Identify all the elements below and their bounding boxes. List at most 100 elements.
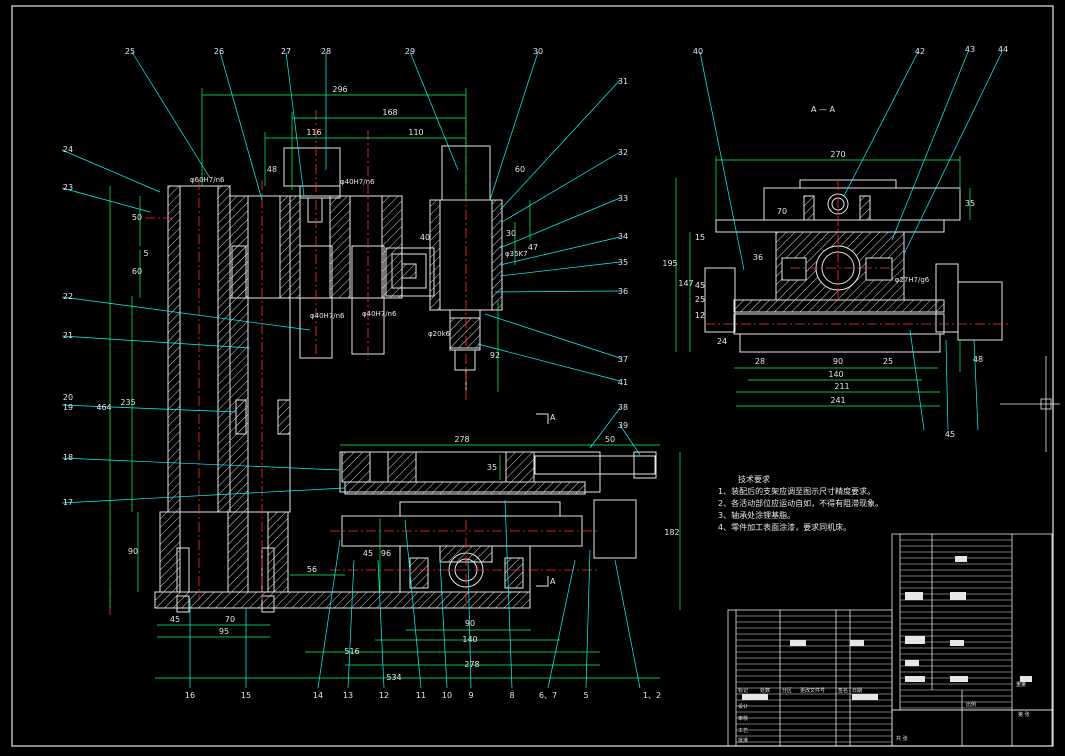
tb-label-1: 处数 (760, 687, 770, 694)
notes-item-2: 2、各活动部位应运动自如，不得有阻滞现象。 (718, 499, 884, 508)
technical-requirements: 技术要求 1、装配后的支架应调至图示尺寸精度要求。 2、各活动部位应运动自如，不… (718, 474, 883, 534)
dim-92: 92 (490, 351, 500, 360)
notes-item-3: 3、轴承处涂锂基脂。 (718, 511, 796, 520)
part-label-27: 29 (405, 47, 415, 56)
part-label-28: 30 (533, 47, 543, 56)
part-label-30: 32 (618, 148, 628, 157)
dim-35: 35 (487, 463, 497, 472)
notes-item-4: 4、零件加工表面涂漆，要求同机床。 (718, 523, 852, 532)
tb-label-10: 比例 (966, 701, 976, 708)
dim-5: 5 (143, 249, 148, 258)
dim-516: 516 (344, 647, 359, 656)
part-label-39: 41 (618, 378, 628, 387)
part-label-35: 37 (618, 355, 628, 364)
dim-45b: 45 (363, 549, 373, 558)
dim-45-side: 45 (695, 281, 705, 290)
part-label-38: 40 (693, 47, 703, 56)
dim-25b-side: 25 (883, 357, 893, 366)
fit-40h7n6-c: φ40H7/n6 (362, 310, 397, 318)
part-label-24: 26 (214, 47, 224, 56)
dim-278: 278 (454, 435, 469, 444)
dim-241: 241 (830, 396, 845, 405)
fit-40h7n6-a: φ40H7/n6 (340, 178, 375, 186)
notes-title: 技术要求 (738, 475, 770, 484)
part-label-25: 27 (281, 47, 291, 56)
part-label-16: 18 (63, 453, 73, 462)
tb-label-6: 设计 (738, 703, 748, 710)
drawing-canvas: 25 26 27 28 29 30 31 32 33 34 35 36 37 4… (0, 0, 1065, 756)
dim-270: 270 (830, 150, 845, 159)
dim-50: 50 (132, 213, 142, 222)
part-label-12: 14 (313, 691, 323, 700)
dim-464: 464 (96, 403, 111, 412)
part-label-23: 25 (125, 47, 135, 56)
dim-140: 140 (462, 635, 477, 644)
dim-70-side: 70 (777, 207, 787, 216)
dim-534: 534 (386, 673, 401, 682)
dim-35-side: 35 (965, 199, 975, 208)
dim-40: 40 (420, 233, 430, 242)
fit-40h7n6-b: φ40H7/n6 (310, 312, 345, 320)
dim-90: 90 (128, 547, 138, 556)
dim-90-side: 90 (833, 357, 843, 366)
dim-45: 45 (170, 615, 180, 624)
part-label-41: 43 (965, 45, 975, 54)
dim-296: 296 (332, 85, 347, 94)
part-label-6-7: 9 (468, 691, 473, 700)
dim-96: 96 (381, 549, 391, 558)
dim-182: 182 (664, 528, 679, 537)
section-mark-bottom: A (550, 577, 556, 586)
part-label-18: 20 (63, 393, 73, 402)
part-label-22: 24 (63, 145, 73, 154)
part-label-19: 21 (63, 331, 73, 340)
part-label-21: 23 (63, 183, 73, 192)
dim-195: 195 (662, 259, 677, 268)
dim-278b: 278 (464, 660, 479, 669)
part-label-42: 44 (998, 45, 1008, 54)
dim-15-side: 15 (695, 233, 705, 242)
part-label-40: 42 (915, 47, 925, 56)
part-label-4: 6、7 (539, 691, 557, 700)
part-label-37: 39 (618, 421, 628, 430)
part-label-17: 19 (63, 403, 73, 412)
dim-168: 168 (382, 108, 397, 117)
part-label-1-2: 1、2 (643, 691, 661, 700)
fit-60h7n6: φ60H7/n6 (190, 176, 225, 184)
section-mark-top: A (550, 413, 556, 422)
tb-label-8: 工艺 (738, 728, 748, 734)
part-label-33: 35 (618, 258, 628, 267)
dim-211: 211 (834, 382, 849, 391)
part-label-26: 28 (321, 47, 331, 56)
part-label-34: 36 (618, 287, 628, 296)
part-label-8: 10 (442, 691, 452, 700)
tb-label-3: 更改文件号 (800, 687, 825, 694)
tb-label-0: 标记 (738, 687, 748, 694)
dim-235: 235 (120, 398, 135, 407)
part-label-29: 31 (618, 77, 628, 86)
tb-label-5: 日期 (852, 688, 862, 694)
part-label-36: 38 (618, 403, 628, 412)
tb-label-13: 第 张 (1018, 711, 1030, 718)
dim-140-side: 140 (828, 370, 843, 379)
dim-116: 116 (306, 128, 321, 137)
dim-147: 147 (678, 279, 693, 288)
dim-47: 47 (528, 243, 538, 252)
tb-label-9: 批准 (738, 737, 748, 744)
dim-25-side: 25 (695, 295, 705, 304)
dim-48-side: 48 (973, 355, 983, 364)
fit-27h7g6: φ27H7/g6 (895, 276, 930, 284)
part-label-32: 34 (618, 232, 628, 241)
part-label-13: 15 (241, 691, 251, 700)
tb-label-2: 分区 (782, 687, 792, 694)
part-label-9: 11 (416, 691, 426, 700)
tb-label-12: 共 张 (896, 735, 908, 742)
part-label-10: 12 (379, 691, 389, 700)
dim-70: 70 (225, 615, 235, 624)
dim-36: 36 (753, 253, 763, 262)
dim-110: 110 (408, 128, 423, 137)
dim-56: 56 (307, 565, 317, 574)
dim-60b: 60 (132, 267, 142, 276)
dim-48: 48 (267, 165, 277, 174)
fit-20k6: φ20k6 (428, 330, 451, 338)
part-label-11: 13 (343, 691, 353, 700)
